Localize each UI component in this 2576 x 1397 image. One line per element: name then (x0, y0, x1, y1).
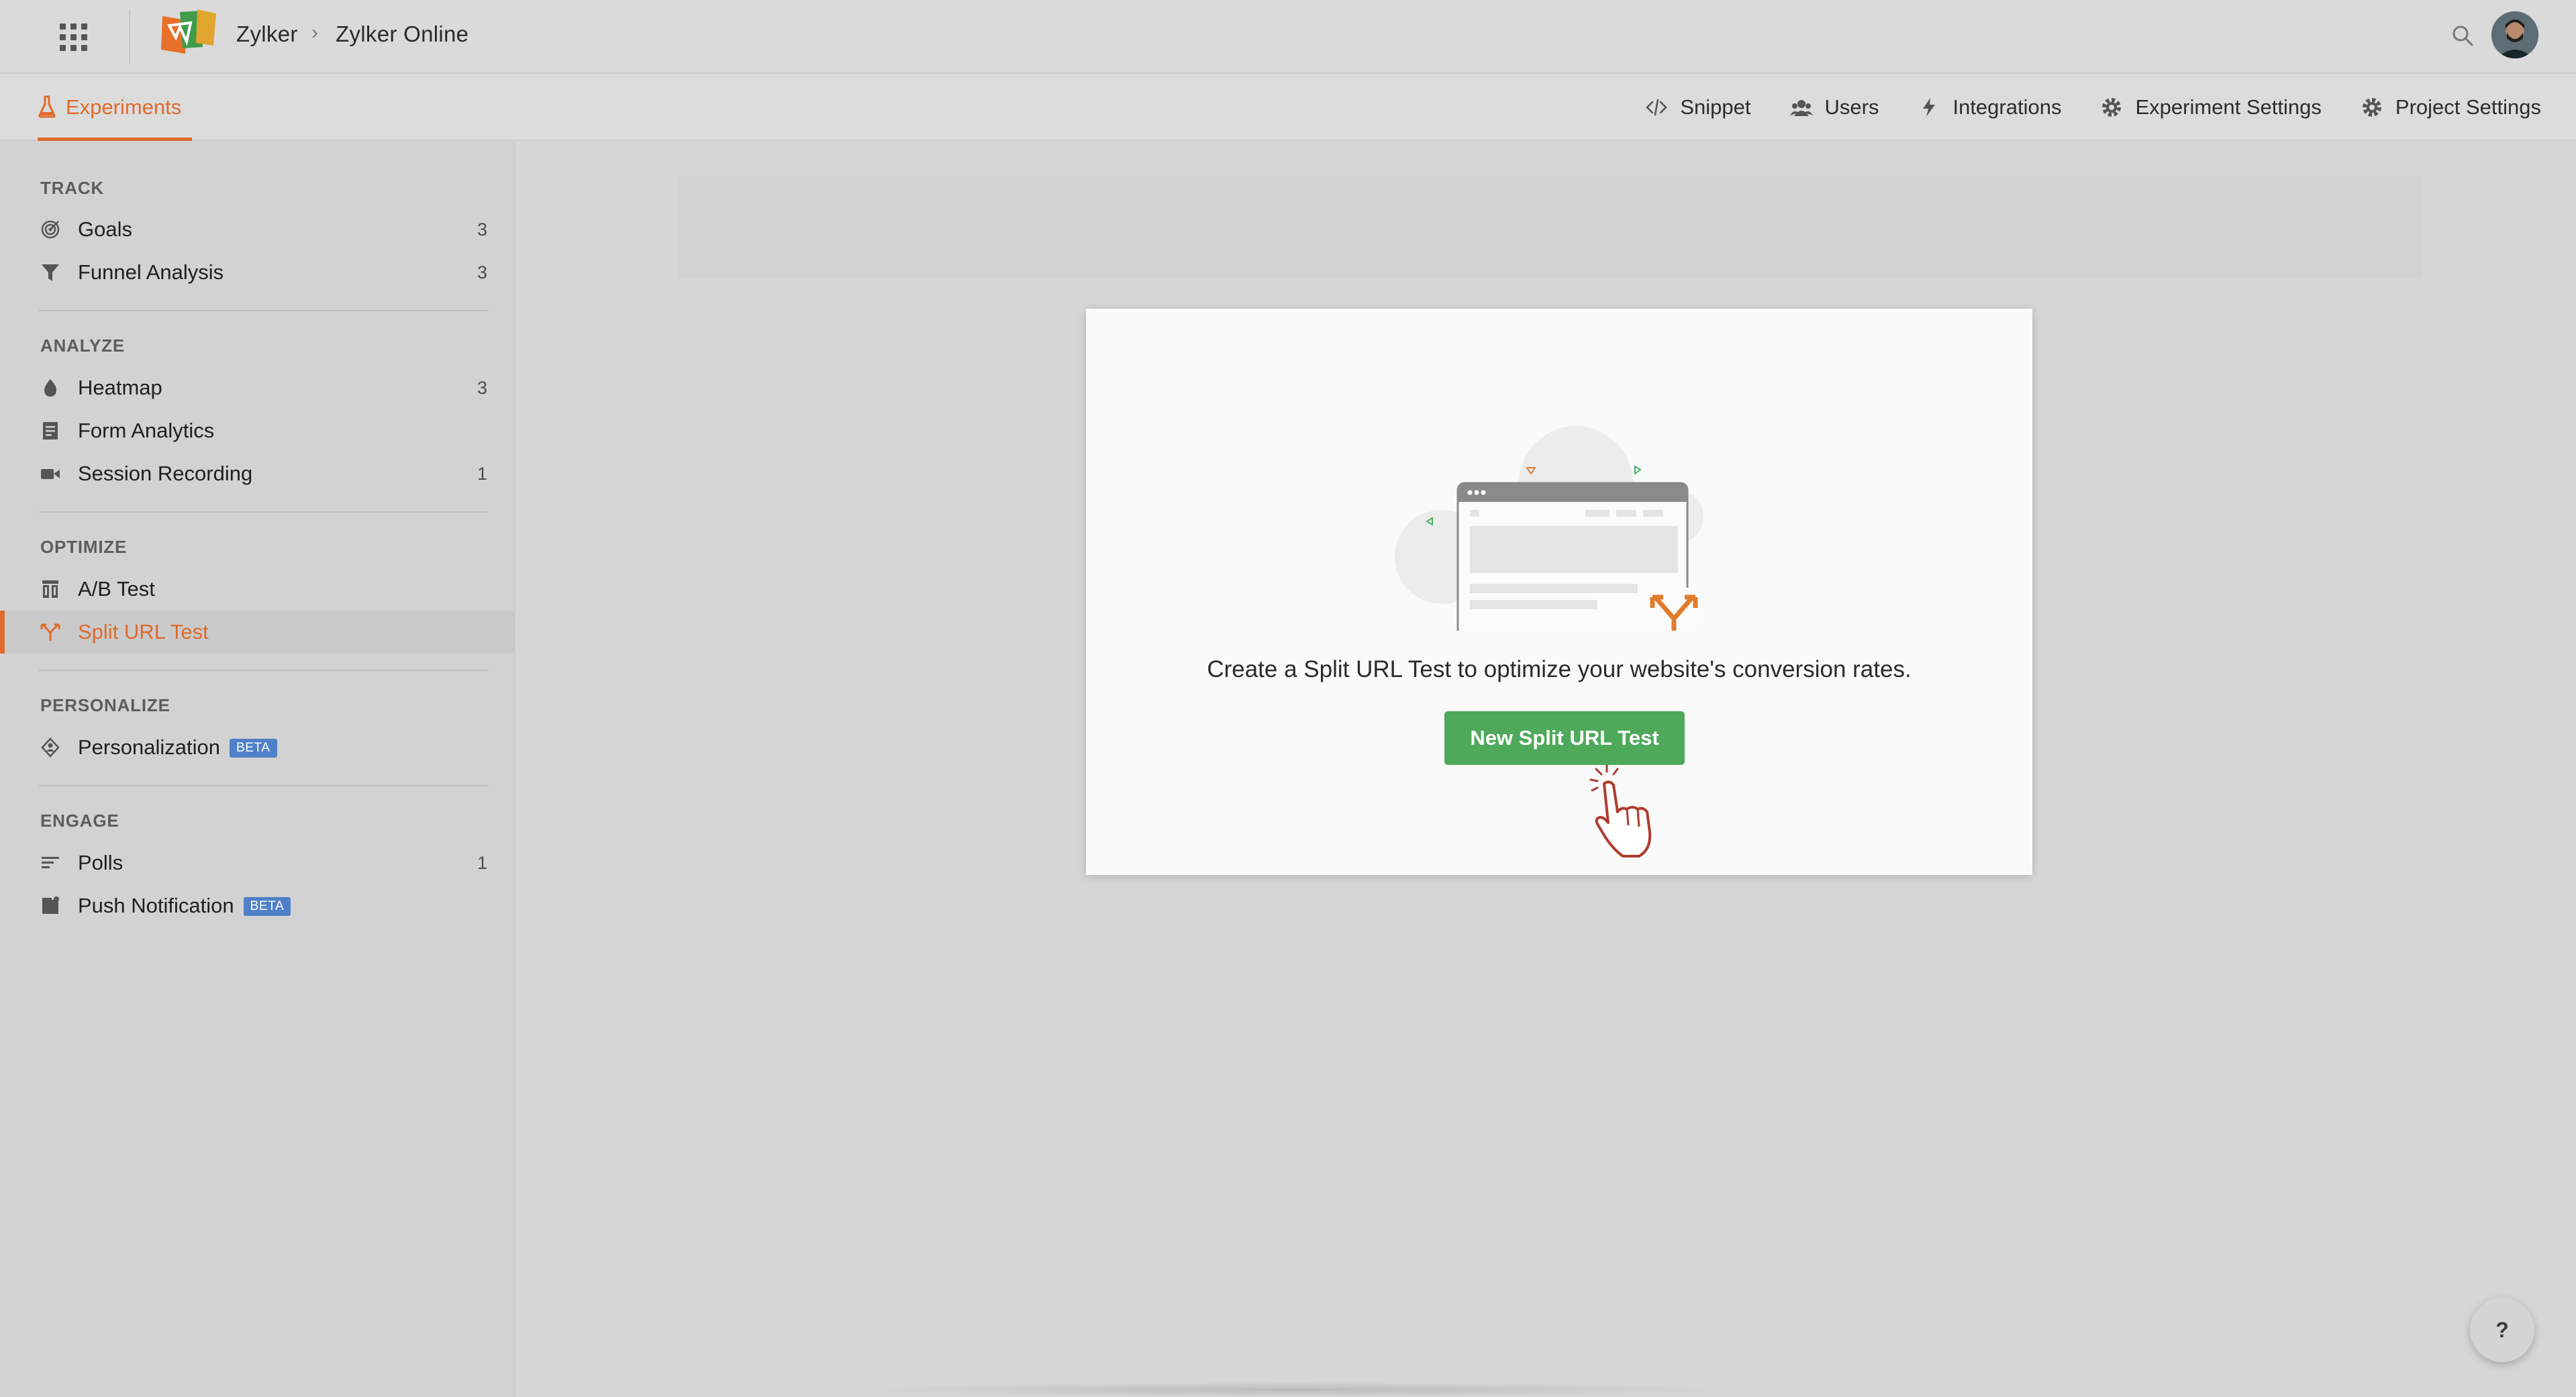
sidebar-item-polls[interactable]: Polls 1 (0, 841, 514, 884)
sidebar-item-label: Push Notification BETA (78, 894, 291, 918)
flask-icon (38, 95, 56, 118)
form-icon (40, 421, 60, 441)
tab-experiments[interactable]: Experiments (38, 74, 192, 141)
polls-icon (40, 853, 60, 873)
users-link[interactable]: Users (1789, 95, 1879, 119)
project-settings-label: Project Settings (2395, 95, 2541, 119)
section-title-optimize: OPTIMIZE (40, 537, 128, 557)
funnel-icon (40, 262, 60, 282)
experiment-settings-label: Experiment Settings (2135, 95, 2322, 119)
apps-grid-icon[interactable] (56, 20, 90, 54)
section-title-track: TRACK (40, 178, 104, 198)
sidebar-item-ab-test[interactable]: A/B Test (0, 568, 514, 611)
split-url-illustration (1395, 426, 1703, 631)
beta-badge: BETA (243, 897, 291, 916)
section-title-analyze: ANALYZE (40, 335, 125, 356)
video-icon (40, 464, 60, 484)
background-placeholder-bar (678, 176, 2423, 278)
sidebar-item-label: A/B Test (78, 577, 155, 601)
topbar-divider (129, 9, 130, 64)
breadcrumb-project[interactable]: Zylker Online (336, 21, 468, 47)
sidebar-item-split-url-test[interactable]: Split URL Test (0, 611, 514, 654)
sidebar-item-personalization[interactable]: Personalization BETA (0, 726, 514, 769)
help-button[interactable]: ? (2470, 1298, 2534, 1362)
section-divider (39, 310, 489, 311)
section-title-engage: ENGAGE (40, 811, 119, 831)
sidebar-item-funnel-analysis[interactable]: Funnel Analysis 3 (0, 251, 514, 294)
sidebar-item-label: Polls (78, 851, 123, 874)
search-icon[interactable] (2451, 24, 2474, 47)
hand-pointer-icon (1589, 765, 1652, 858)
beta-badge: BETA (229, 739, 277, 758)
sidebar-item-label: Goals (78, 217, 132, 241)
flame-icon (40, 378, 60, 398)
sidebar-item-count: 3 (477, 219, 487, 240)
bottom-shadow (859, 1382, 1732, 1397)
target-icon (40, 219, 60, 240)
sidebar-item-text: Personalization (78, 735, 220, 759)
sidebar-item-count: 1 (477, 852, 487, 873)
sidebar-item-form-analytics[interactable]: Form Analytics (0, 409, 514, 452)
sidebar-item-label: Form Analytics (78, 419, 215, 442)
sub-header: Experiments Snippet Users Integrations E… (0, 74, 2576, 141)
zylker-logo (161, 9, 216, 54)
sidebar-item-label: Split URL Test (78, 620, 209, 643)
code-icon (1646, 99, 1668, 116)
breadcrumb-separator: › (311, 21, 319, 44)
section-title-personalize: PERSONALIZE (40, 695, 170, 715)
tab-experiments-label: Experiments (66, 95, 182, 119)
users-label: Users (1824, 95, 1879, 119)
sidebar-item-session-recording[interactable]: Session Recording 1 (0, 452, 514, 495)
sidebar-item-count: 1 (477, 463, 487, 484)
personalize-icon (40, 737, 60, 758)
split-icon (40, 622, 60, 642)
sidebar-item-count: 3 (477, 377, 487, 398)
sidebar-item-heatmap[interactable]: Heatmap 3 (0, 366, 514, 409)
integrations-label: Integrations (1952, 95, 2062, 119)
sidebar-item-goals[interactable]: Goals 3 (0, 208, 514, 251)
section-divider (39, 670, 489, 671)
new-split-url-test-button[interactable]: New Split URL Test (1444, 711, 1685, 765)
section-divider (39, 511, 489, 513)
breadcrumb-org[interactable]: Zylker (236, 21, 298, 47)
sub-header-links: Snippet Users Integrations Experiment Se… (1645, 74, 2541, 141)
ab-test-icon (40, 579, 60, 599)
gear-icon (2102, 98, 2122, 117)
sidebar-item-count: 3 (477, 262, 487, 282)
bell-icon (40, 896, 60, 916)
sidebar-item-push-notification[interactable]: Push Notification BETA (0, 884, 514, 927)
empty-state-card: Create a Split URL Test to optimize your… (1086, 309, 2032, 875)
experiment-settings-link[interactable]: Experiment Settings (2100, 95, 2322, 119)
project-settings-link[interactable]: Project Settings (2361, 95, 2541, 119)
integrations-link[interactable]: Integrations (1918, 95, 2061, 119)
sidebar-item-label: Heatmap (78, 376, 162, 399)
gear-icon (2362, 98, 2381, 117)
snippet-link[interactable]: Snippet (1645, 95, 1751, 119)
sidebar: TRACK Goals 3 Funnel Analysis 3 ANALYZE … (0, 142, 515, 1397)
sidebar-item-label: Personalization BETA (78, 735, 277, 760)
sidebar-item-label: Session Recording (78, 462, 253, 485)
snippet-label: Snippet (1680, 95, 1751, 119)
lightning-icon (1923, 98, 1936, 117)
user-avatar[interactable] (2491, 11, 2538, 58)
sidebar-item-label: Funnel Analysis (78, 260, 224, 284)
section-divider (39, 785, 489, 786)
sidebar-item-text: Push Notification (78, 894, 234, 917)
users-icon (1789, 100, 1813, 116)
top-bar: Zylker › Zylker Online (0, 0, 2576, 74)
empty-state-message: Create a Split URL Test to optimize your… (1207, 656, 1912, 682)
